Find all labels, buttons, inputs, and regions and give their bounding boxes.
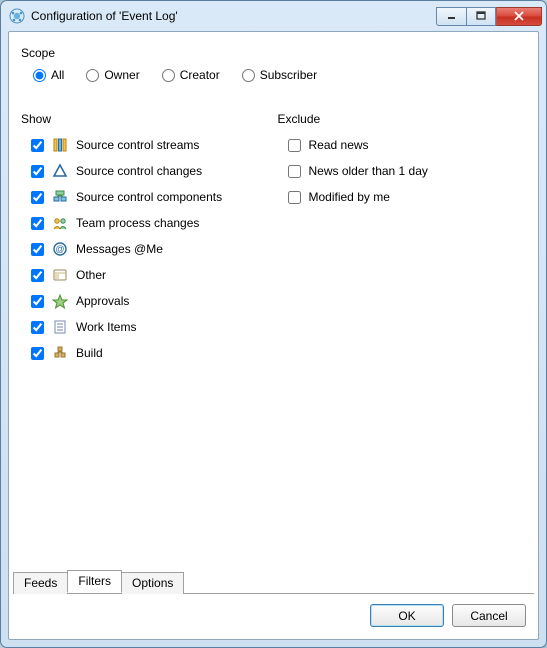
exclude-checkbox[interactable] (288, 191, 301, 204)
svg-text:@: @ (55, 244, 64, 254)
exclude-item: Modified by me (288, 184, 527, 210)
show-checkbox[interactable] (31, 191, 44, 204)
show-checkbox[interactable] (31, 269, 44, 282)
scope-radio-label: All (51, 68, 64, 82)
close-button[interactable] (496, 7, 542, 26)
scope-radio-group: All Owner Creator Subscriber (21, 66, 526, 92)
show-item: @ Messages @Me (31, 236, 270, 262)
build-icon (52, 345, 68, 361)
scope-radio-all[interactable] (33, 69, 46, 82)
exclude-item-label: Read news (309, 138, 369, 152)
show-item: Approvals (31, 288, 270, 314)
show-checkbox[interactable] (31, 295, 44, 308)
show-item: Work Items (31, 314, 270, 340)
exclude-item-label: Modified by me (309, 190, 390, 204)
scope-radio-subscriber[interactable] (242, 69, 255, 82)
exclude-list: Read news News older than 1 day Modified b… (278, 132, 527, 210)
show-checkbox[interactable] (31, 217, 44, 230)
scope-radio-label: Creator (180, 68, 220, 82)
message-icon: @ (52, 241, 68, 257)
show-item-label: Source control components (76, 190, 222, 204)
dialog-button-row: OK Cancel (9, 594, 538, 639)
dialog-window: Configuration of 'Event Log' Scope All Ow… (0, 0, 547, 648)
tab-filters[interactable]: Filters (67, 570, 122, 593)
exclude-checkbox[interactable] (288, 165, 301, 178)
show-checkbox[interactable] (31, 243, 44, 256)
show-item: Team process changes (31, 210, 270, 236)
window-title: Configuration of 'Event Log' (31, 9, 436, 23)
show-item: Source control changes (31, 158, 270, 184)
scope-radio-creator[interactable] (162, 69, 175, 82)
titlebar: Configuration of 'Event Log' (1, 1, 546, 31)
scope-radio-label: Subscriber (260, 68, 317, 82)
maximize-button[interactable] (466, 7, 496, 26)
scope-radio-owner[interactable] (86, 69, 99, 82)
workitems-icon (52, 319, 68, 335)
cancel-button[interactable]: Cancel (452, 604, 526, 627)
components-icon (52, 189, 68, 205)
other-icon (52, 267, 68, 283)
show-checkbox[interactable] (31, 165, 44, 178)
scope-option-subscriber[interactable]: Subscriber (242, 68, 317, 82)
exclude-checkbox[interactable] (288, 139, 301, 152)
show-checkbox[interactable] (31, 321, 44, 334)
show-item: Source control components (31, 184, 270, 210)
scope-option-creator[interactable]: Creator (162, 68, 220, 82)
show-item-label: Source control changes (76, 164, 202, 178)
changes-icon (52, 163, 68, 179)
filters-panel: Scope All Owner Creator Subscriber Show Sou… (9, 32, 538, 569)
show-item-label: Team process changes (76, 216, 199, 230)
app-icon (9, 8, 25, 24)
tab-feeds[interactable]: Feeds (13, 572, 68, 594)
approvals-icon (52, 293, 68, 309)
show-item: Source control streams (31, 132, 270, 158)
exclude-item-label: News older than 1 day (309, 164, 428, 178)
show-checkbox[interactable] (31, 139, 44, 152)
team-icon (52, 215, 68, 231)
client-area: Scope All Owner Creator Subscriber Show Sou… (8, 31, 539, 640)
show-item-label: Work Items (76, 320, 136, 334)
scope-radio-label: Owner (104, 68, 139, 82)
scope-option-all[interactable]: All (33, 68, 64, 82)
show-item-label: Build (76, 346, 103, 360)
show-item: Other (31, 262, 270, 288)
exclude-item: Read news (288, 132, 527, 158)
show-checkbox[interactable] (31, 347, 44, 360)
show-item: Build (31, 340, 270, 366)
scope-option-owner[interactable]: Owner (86, 68, 139, 82)
ok-button[interactable]: OK (370, 604, 444, 627)
tab-strip: FeedsFiltersOptions (9, 569, 538, 593)
show-list: Source control streams Source control cha… (21, 132, 270, 366)
tab-options[interactable]: Options (121, 572, 184, 594)
show-item-label: Source control streams (76, 138, 199, 152)
window-buttons (436, 7, 542, 26)
exclude-column: Exclude Read news News older than 1 day Mo… (278, 108, 527, 366)
show-label: Show (21, 112, 270, 126)
minimize-button[interactable] (436, 7, 466, 26)
scope-label: Scope (21, 46, 526, 60)
show-item-label: Approvals (76, 294, 129, 308)
show-item-label: Other (76, 268, 106, 282)
show-column: Show Source control streamsSource contro… (21, 108, 270, 366)
exclude-item: News older than 1 day (288, 158, 527, 184)
streams-icon (52, 137, 68, 153)
exclude-label: Exclude (278, 112, 527, 126)
show-item-label: Messages @Me (76, 242, 163, 256)
